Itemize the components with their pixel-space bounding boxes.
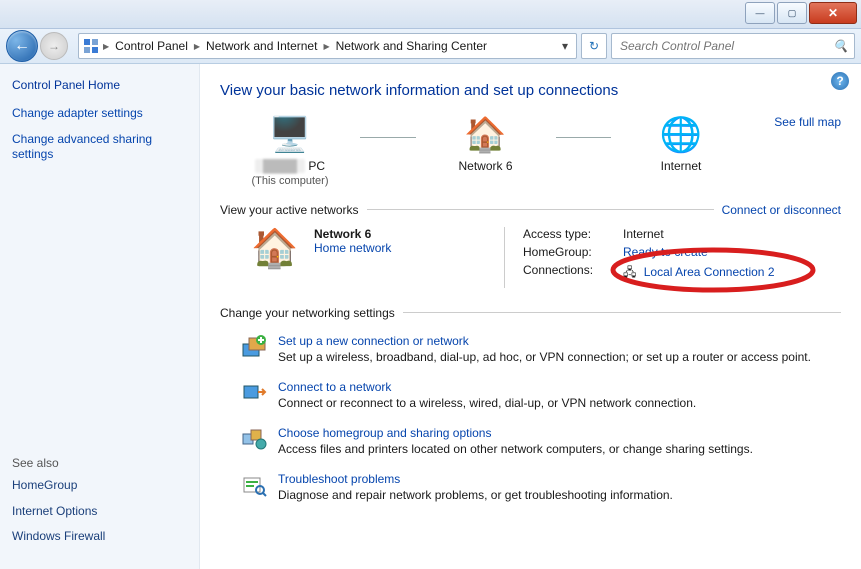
crumb-sharing-center[interactable]: Network and Sharing Center xyxy=(332,39,491,53)
homegroup-options-link[interactable]: Choose homegroup and sharing options xyxy=(278,426,753,440)
change-advanced-sharing-link[interactable]: Change advanced sharing settings xyxy=(12,132,187,163)
connect-network-link[interactable]: Connect to a network xyxy=(278,380,696,394)
address-dropdown-icon[interactable]: ▾ xyxy=(558,39,572,53)
crumb-sep: ▶ xyxy=(101,42,111,51)
search-box[interactable]: 🔍 xyxy=(611,33,855,59)
crumb-network-internet[interactable]: Network and Internet xyxy=(202,39,321,53)
new-connection-icon xyxy=(240,334,268,360)
homegroup-icon xyxy=(240,426,268,452)
map-internet: 🌐 Internet xyxy=(611,115,751,173)
control-panel-home-link[interactable]: Control Panel Home xyxy=(12,78,187,92)
see-also-windows-firewall[interactable]: Windows Firewall xyxy=(12,529,187,545)
sidebar: Control Panel Home Change adapter settin… xyxy=(0,64,200,569)
titlebar: — ▢ ✕ xyxy=(0,0,861,29)
homegroup-options-desc: Access files and printers located on oth… xyxy=(278,442,753,456)
search-input[interactable] xyxy=(618,38,802,54)
see-also-homegroup[interactable]: HomeGroup xyxy=(12,478,187,494)
network-map: See full map 🖥️ ████ PC (This computer) … xyxy=(220,115,841,189)
homegroup-label: HomeGroup: xyxy=(523,245,623,259)
close-button[interactable]: ✕ xyxy=(809,2,857,24)
see-also-label: See also xyxy=(12,456,187,470)
network-house-icon: 🏠 xyxy=(250,227,300,271)
see-also-internet-options[interactable]: Internet Options xyxy=(12,504,187,520)
change-settings-heading: Change your networking settings xyxy=(220,306,841,320)
main-content: ? View your basic network information an… xyxy=(200,64,861,569)
forward-button[interactable]: → xyxy=(40,32,68,60)
help-icon[interactable]: ? xyxy=(831,72,849,90)
minimize-button[interactable]: — xyxy=(745,2,775,24)
map-connector xyxy=(556,137,612,138)
access-type-label: Access type: xyxy=(523,227,623,241)
connection-link[interactable]: Local Area Connection 2 xyxy=(644,265,775,279)
network-type-link[interactable]: Home network xyxy=(314,241,504,255)
connections-label: Connections: xyxy=(523,263,623,284)
internet-label: Internet xyxy=(661,159,702,173)
refresh-button[interactable]: ↻ xyxy=(581,33,607,59)
page-title: View your basic network information and … xyxy=(220,82,841,99)
map-connector xyxy=(360,137,416,138)
active-network-name: Network 6 xyxy=(314,227,504,241)
connect-disconnect-link[interactable]: Connect or disconnect xyxy=(722,203,841,217)
globe-icon: 🌐 xyxy=(660,115,702,155)
crumb-sep: ▶ xyxy=(321,42,331,51)
window: — ▢ ✕ ← → ▶ Control Panel ▶ Network and … xyxy=(0,0,861,569)
pc-name: PC xyxy=(308,159,325,173)
map-network: 🏠 Network 6 xyxy=(416,115,556,173)
troubleshoot-desc: Diagnose and repair network problems, or… xyxy=(278,488,673,502)
computer-icon: 🖥️ xyxy=(269,115,311,155)
crumb-sep: ▶ xyxy=(192,42,202,51)
connect-network-icon xyxy=(240,380,268,406)
control-panel-icon xyxy=(83,38,99,54)
search-icon: 🔍 xyxy=(833,39,848,53)
network-name: Network 6 xyxy=(458,159,512,173)
homegroup-link[interactable]: Ready to create xyxy=(623,245,708,259)
see-full-map-link[interactable]: See full map xyxy=(774,115,841,129)
access-type-value: Internet xyxy=(623,227,664,241)
maximize-button[interactable]: ▢ xyxy=(777,2,807,24)
back-button[interactable]: ← xyxy=(6,30,38,62)
troubleshoot-link[interactable]: Troubleshoot problems xyxy=(278,472,673,486)
setup-connection-desc: Set up a wireless, broadband, dial-up, a… xyxy=(278,350,811,364)
map-this-computer: 🖥️ ████ PC (This computer) xyxy=(220,115,360,189)
crumb-control-panel[interactable]: Control Panel xyxy=(111,39,192,53)
change-adapter-settings-link[interactable]: Change adapter settings xyxy=(12,106,187,122)
house-icon: 🏠 xyxy=(464,115,506,155)
address-bar[interactable]: ▶ Control Panel ▶ Network and Internet ▶… xyxy=(78,33,577,59)
pc-sub: (This computer) xyxy=(251,175,328,187)
troubleshoot-icon xyxy=(240,472,268,498)
setup-connection-link[interactable]: Set up a new connection or network xyxy=(278,334,811,348)
connect-network-desc: Connect or reconnect to a wireless, wire… xyxy=(278,396,696,410)
ethernet-icon: 🖧 xyxy=(623,265,636,279)
active-networks-heading: View your active networks Connect or dis… xyxy=(220,203,841,217)
nav-bar: ← → ▶ Control Panel ▶ Network and Intern… xyxy=(0,29,861,64)
